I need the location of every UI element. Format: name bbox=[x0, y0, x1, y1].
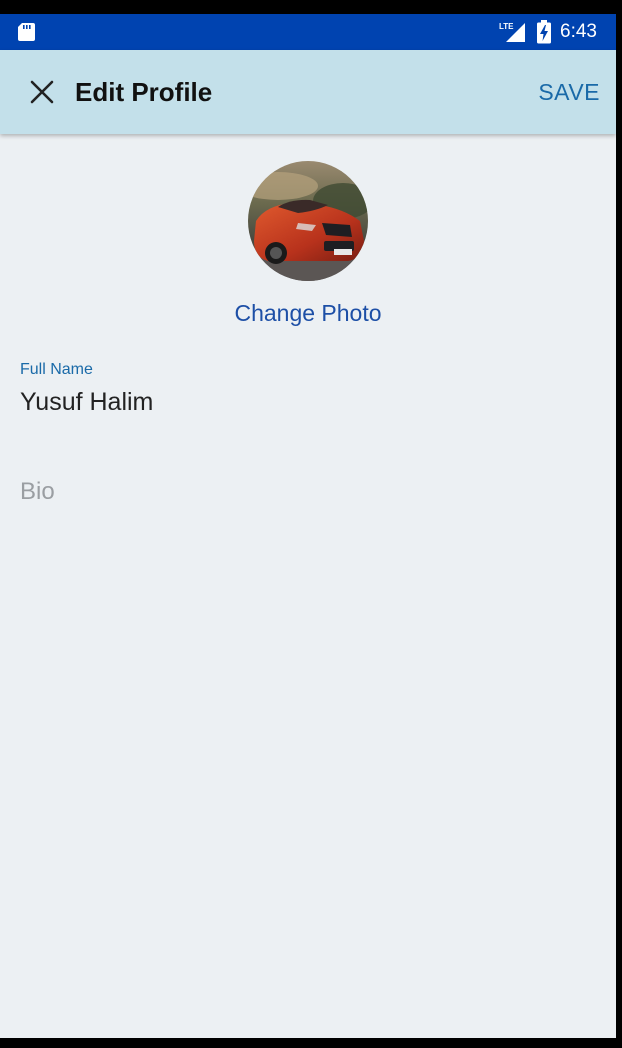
status-time: 6:43 bbox=[560, 21, 597, 42]
signal-icon: LTE bbox=[499, 22, 525, 42]
full-name-field[interactable]: Yusuf Halim bbox=[20, 386, 600, 418]
page-title: Edit Profile bbox=[75, 77, 213, 107]
bio-field[interactable]: Bio bbox=[20, 476, 600, 508]
battery-charging-icon bbox=[537, 20, 551, 44]
close-button[interactable] bbox=[22, 72, 62, 112]
full-name-label: Full Name bbox=[20, 361, 93, 378]
edit-profile-screen: LTE 6:43 Edit Profile SAVE Change Photo … bbox=[0, 14, 616, 1038]
sd-card-icon bbox=[18, 23, 35, 41]
close-icon bbox=[30, 80, 54, 104]
network-type-label: LTE bbox=[499, 22, 514, 31]
avatar[interactable] bbox=[248, 161, 368, 281]
avatar-photo bbox=[248, 161, 368, 281]
save-button[interactable]: SAVE bbox=[538, 76, 600, 108]
status-bar: LTE 6:43 bbox=[0, 14, 616, 50]
app-bar: Edit Profile SAVE bbox=[0, 50, 616, 134]
change-photo-button[interactable]: Change Photo bbox=[0, 298, 616, 328]
screen-edge bbox=[616, 14, 622, 1038]
